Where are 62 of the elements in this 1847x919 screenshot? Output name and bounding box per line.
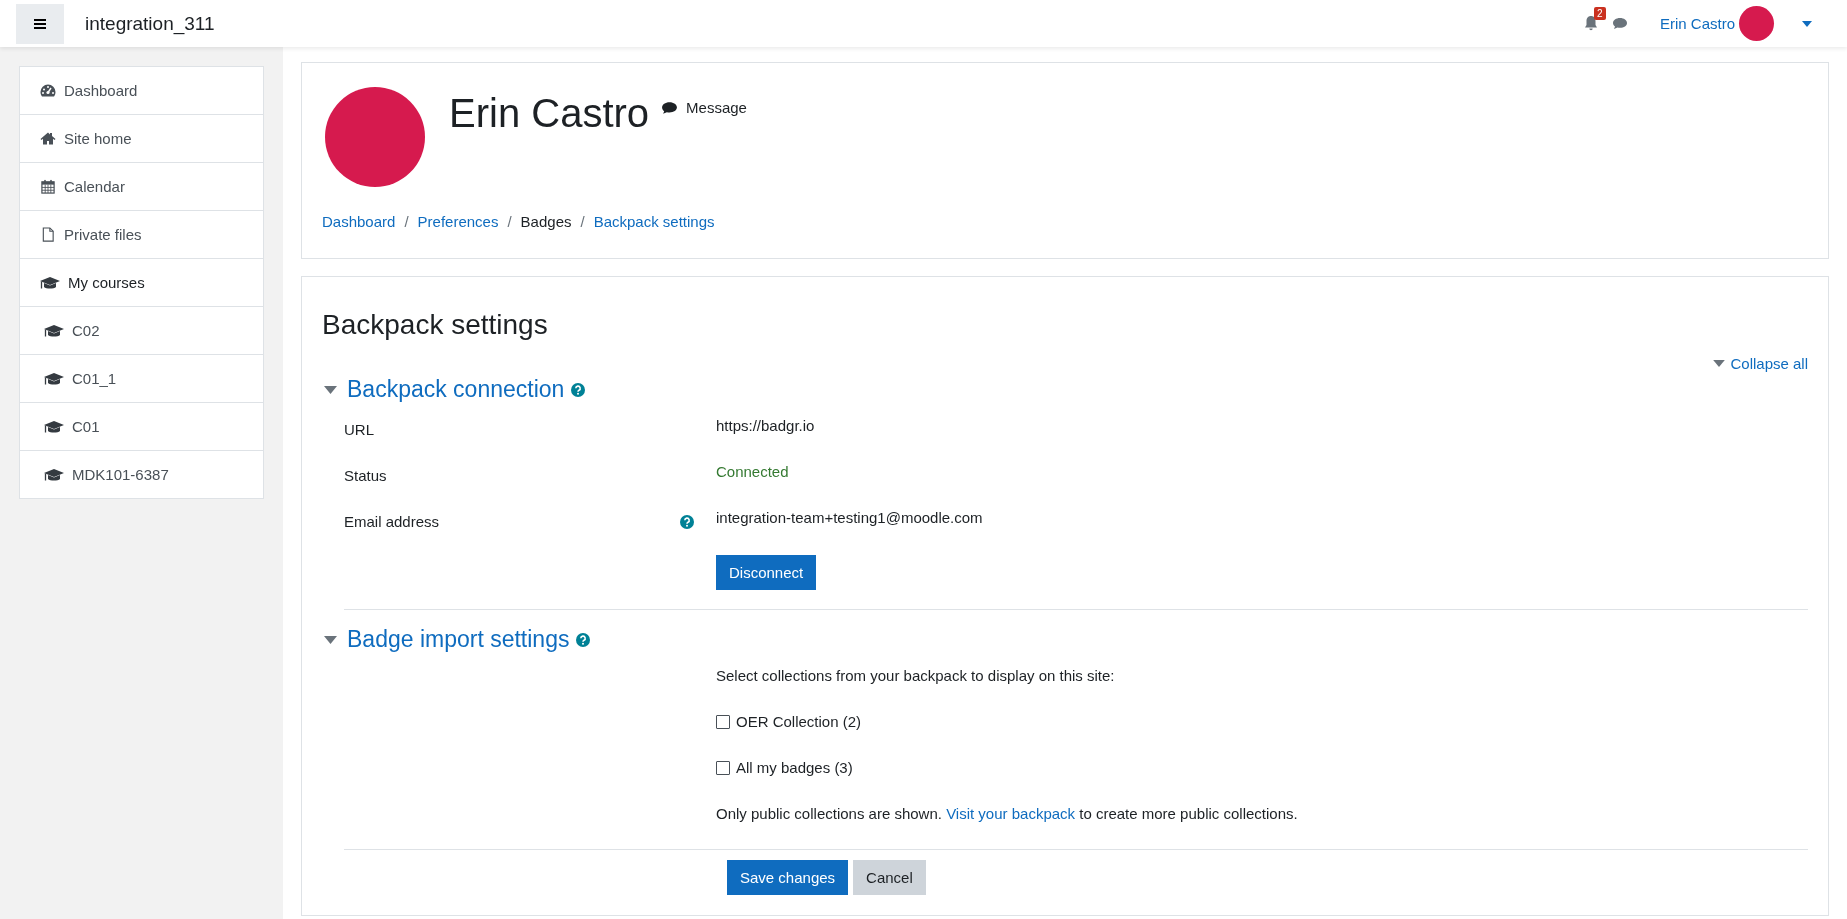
sidebar-item[interactable]: C01 bbox=[20, 402, 263, 450]
home-icon bbox=[40, 131, 56, 146]
file-icon bbox=[40, 227, 56, 242]
disconnect-button[interactable]: Disconnect bbox=[716, 555, 817, 590]
field-value: https://badgr.io bbox=[716, 417, 815, 434]
field-label: Status bbox=[344, 467, 387, 484]
help-icon[interactable] bbox=[680, 515, 694, 529]
save-button[interactable]: Save changes bbox=[727, 860, 849, 895]
calendar-icon bbox=[40, 179, 56, 194]
sidebar-item[interactable]: Private files bbox=[20, 210, 263, 258]
chat-bubble-icon[interactable] bbox=[661, 101, 679, 115]
graduation-cap-icon bbox=[44, 371, 64, 386]
menu-button[interactable] bbox=[16, 3, 64, 44]
sidebar-item[interactable]: Calendar bbox=[20, 162, 263, 210]
breadcrumb-item[interactable]: Backpack settings bbox=[593, 213, 715, 230]
checkbox-label[interactable]: OER Collection (2) bbox=[736, 713, 862, 730]
field-value: integration-team+testing1@moodle.com bbox=[716, 509, 983, 526]
caret-icon[interactable] bbox=[324, 385, 337, 394]
menu-icon bbox=[34, 18, 46, 29]
sidebar-item[interactable]: C02 bbox=[20, 306, 263, 354]
breadcrumb-separator: / bbox=[404, 213, 409, 230]
caret-icon[interactable] bbox=[1802, 20, 1812, 27]
breadcrumb-item[interactable]: Dashboard bbox=[322, 213, 396, 230]
graduation-cap-icon bbox=[44, 467, 64, 482]
graduation-cap-icon bbox=[40, 275, 60, 290]
sidebar-item[interactable]: My courses bbox=[20, 258, 263, 306]
graduation-cap-icon bbox=[44, 419, 64, 434]
help-icon[interactable] bbox=[576, 632, 591, 647]
field-label: URL bbox=[344, 421, 374, 438]
breadcrumb-separator: / bbox=[507, 213, 512, 230]
collapse-all-link[interactable]: Collapse all bbox=[1713, 355, 1808, 372]
checkbox[interactable] bbox=[716, 714, 730, 729]
page-title: Backpack settings bbox=[322, 309, 549, 341]
dashboard-icon bbox=[40, 83, 56, 98]
bell-icon[interactable] bbox=[1583, 14, 1598, 31]
graduation-cap-icon bbox=[44, 323, 64, 338]
cancel-button[interactable]: Cancel bbox=[853, 860, 926, 895]
notification-count-badge: 2 bbox=[1593, 6, 1606, 20]
user-menu-link[interactable]: Erin Castro bbox=[1659, 15, 1735, 32]
section-heading[interactable]: Backpack connection bbox=[347, 376, 565, 403]
caret-icon bbox=[1713, 360, 1726, 367]
status-value: Connected bbox=[716, 463, 789, 480]
user-avatar[interactable] bbox=[1739, 6, 1774, 41]
caret-icon[interactable] bbox=[324, 635, 337, 644]
checkbox[interactable] bbox=[716, 760, 730, 775]
sidebar-item[interactable]: Site home bbox=[20, 114, 263, 162]
checkbox-label[interactable]: All my badges (3) bbox=[736, 759, 853, 776]
field-label: Email address bbox=[344, 513, 440, 530]
breadcrumb-item: Badges bbox=[520, 213, 572, 230]
section-heading[interactable]: Badge import settings bbox=[347, 626, 570, 653]
instruction-text: Select collections from your backpack to display on this site: bbox=[716, 667, 1115, 684]
backpack-link[interactable]: Visit your backpack bbox=[946, 805, 1076, 822]
info-text: Only public collections are shown. Visit your backpack to create more public collections. bbox=[716, 805, 1298, 822]
sidebar-item[interactable]: Dashboard bbox=[20, 67, 263, 114]
sidebar-item[interactable]: C01_1 bbox=[20, 354, 263, 402]
site-name[interactable]: integration_311 bbox=[85, 12, 215, 35]
sidebar-item[interactable]: MDK101-6387 bbox=[20, 450, 263, 498]
help-icon[interactable] bbox=[571, 382, 586, 397]
message-link[interactable]: Message bbox=[686, 99, 747, 116]
breadcrumb-separator: / bbox=[580, 213, 585, 230]
breadcrumb-item[interactable]: Preferences bbox=[417, 213, 499, 230]
profile-name: Erin Castro bbox=[449, 91, 650, 136]
